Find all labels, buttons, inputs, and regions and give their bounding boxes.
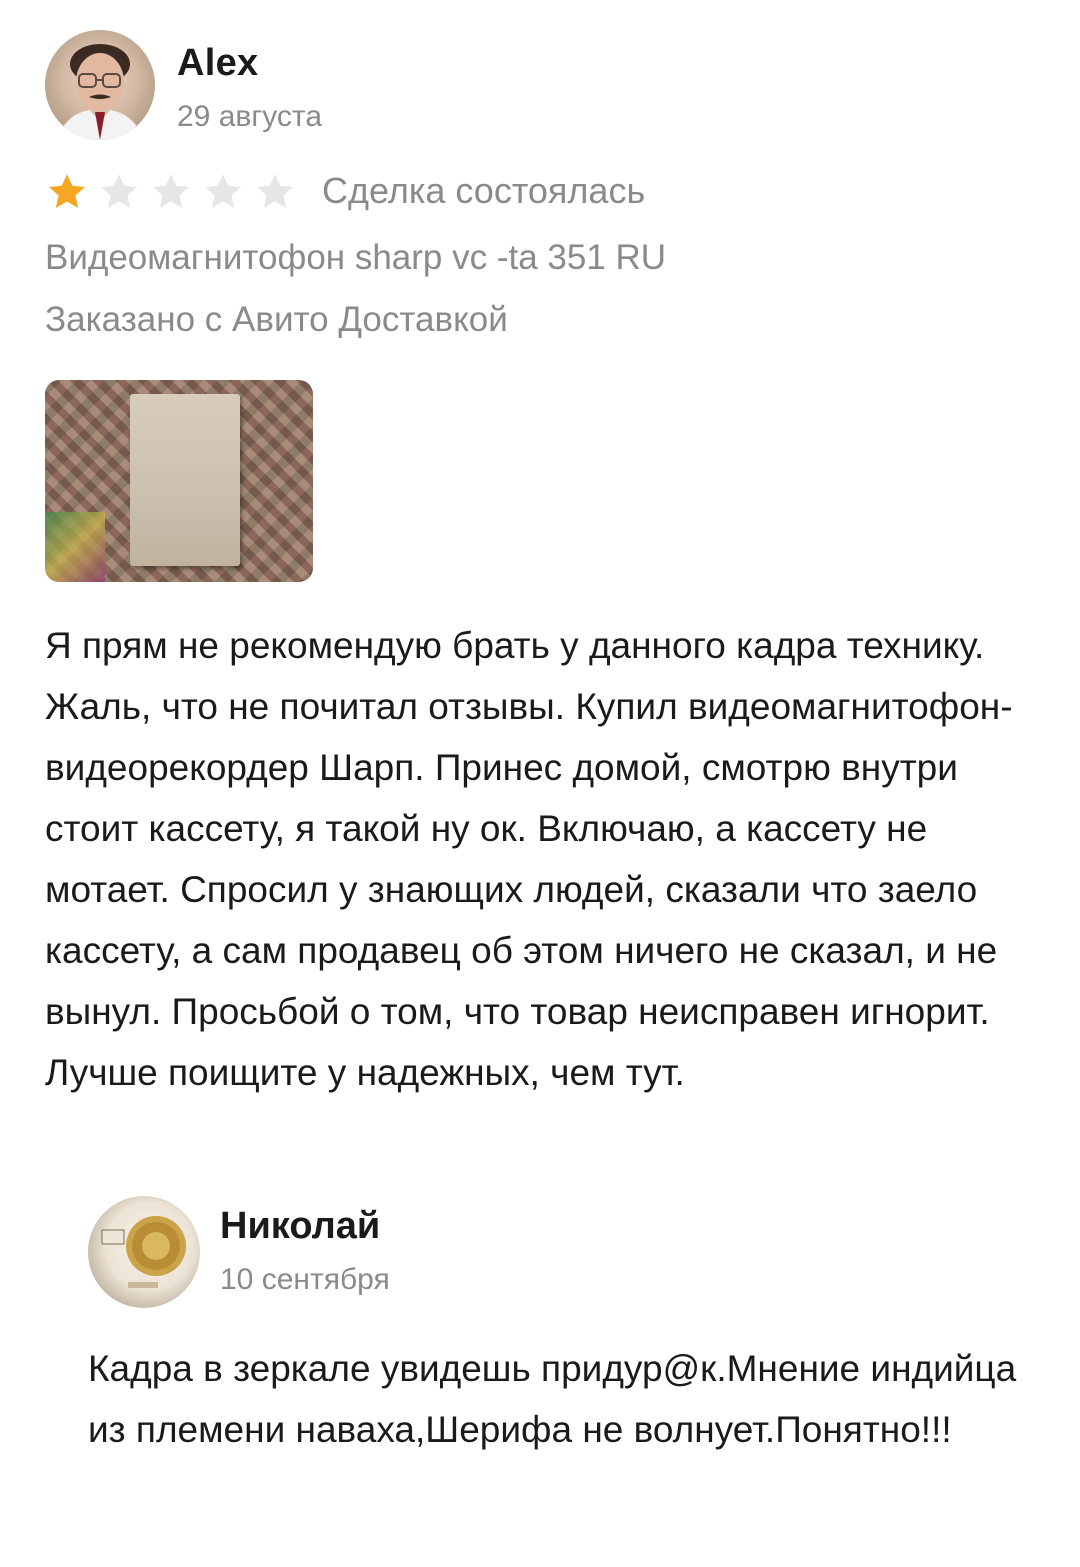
rating-stars — [45, 170, 297, 220]
star-filled-icon — [49, 174, 85, 208]
review-date: 29 августа — [177, 100, 323, 133]
reply-date: 10 сентября — [220, 1263, 390, 1296]
star-empty-icon — [153, 174, 189, 208]
photo-background-object — [45, 512, 105, 582]
star-empty-icon — [101, 174, 137, 208]
photo-package — [130, 394, 240, 566]
reviewer-avatar[interactable] — [45, 30, 155, 140]
reviewer-name[interactable]: Alex — [177, 42, 258, 85]
replier-avatar[interactable] — [88, 1196, 200, 1308]
star-empty-icon — [205, 174, 241, 208]
reply-text: Кадра в зеркале увидешь придур@к.Мнение … — [88, 1348, 1017, 1450]
product-title[interactable]: Видеомагнитофон sharp vc -ta 351 RU — [45, 238, 666, 278]
replier-name[interactable]: Николай — [220, 1205, 380, 1248]
review-photo[interactable] — [45, 380, 313, 582]
delivery-label: Заказано с Авито Доставкой — [45, 300, 508, 339]
deal-status: Сделка состоялась — [322, 170, 646, 211]
star-empty-icon — [257, 174, 293, 208]
review-text: Я прям не рекомендую брать у данного кад… — [45, 625, 1013, 1093]
